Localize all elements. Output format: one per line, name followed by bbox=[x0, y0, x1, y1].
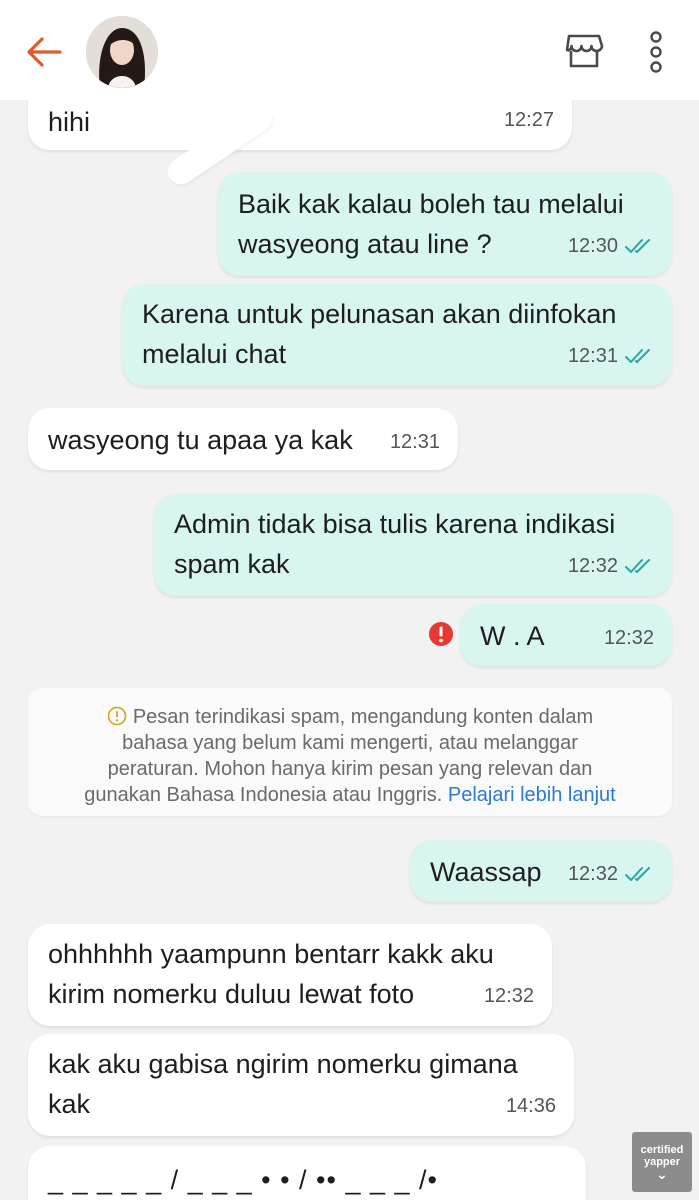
arrow-left-icon[interactable] bbox=[22, 30, 66, 74]
message-bubble-incoming[interactable]: _ _ _ _ _ / _ _ _ • • / •• _ _ _ /• bbox=[28, 1146, 586, 1200]
message-time: 12:32 bbox=[567, 863, 618, 885]
notice-line: Pesan terindikasi spam, mengandung konte… bbox=[132, 706, 594, 728]
message-text-line-2: kak bbox=[48, 1089, 91, 1119]
message-text-line-1: Karena untuk pelunasan akan diinfokan bbox=[142, 299, 617, 329]
avatar-image bbox=[86, 16, 158, 88]
message-text: Waassap bbox=[430, 857, 542, 887]
message-bubble-incoming[interactable]: ohhhhhh yaampunn bentarr kakk aku kirim … bbox=[28, 924, 552, 1026]
message-text-line-2: spam kak bbox=[174, 549, 290, 579]
message-bubble-outgoing[interactable]: Admin tidak bisa tulis karena indikasi s… bbox=[154, 494, 672, 596]
notice-line: peraturan. Mohon hanya kirim pesan yang … bbox=[107, 758, 593, 780]
message-text: _ _ _ _ _ / _ _ _ • • / •• _ _ _ /• bbox=[48, 1165, 438, 1195]
message-text-line-2: kirim nomerku duluu lewat foto bbox=[48, 979, 415, 1009]
message-text-line-2: wasyeong atau line ? bbox=[238, 229, 492, 259]
message-bubble-outgoing[interactable]: Waassap 12:32 bbox=[410, 840, 672, 902]
chat-header bbox=[0, 0, 699, 100]
message-text-line-1: kak aku gabisa ngirim nomerku gimana bbox=[48, 1049, 518, 1079]
info-icon bbox=[107, 706, 127, 726]
message-text: wasyeong tu apaa ya kak bbox=[48, 425, 353, 455]
shop-icon[interactable] bbox=[564, 30, 604, 70]
notice-line: bahasa yang belum kami mengerti, atau me… bbox=[122, 732, 578, 754]
message-time: 12:32 bbox=[483, 985, 534, 1007]
watermark-text: certified bbox=[640, 1144, 684, 1156]
chevron-down-icon: ⌄ bbox=[656, 1166, 668, 1182]
message-text: W . A bbox=[480, 621, 545, 651]
message-text-line-2: melalui chat bbox=[142, 339, 287, 369]
message-time: 12:32 bbox=[603, 627, 654, 649]
message-bubble-outgoing[interactable]: Karena untuk pelunasan akan diinfokan me… bbox=[122, 284, 672, 386]
notice-line: gunakan Bahasa Indonesia atau Inggris. bbox=[84, 784, 443, 806]
spam-notice: Pesan terindikasi spam, mengandung konte… bbox=[28, 688, 672, 816]
learn-more-link[interactable]: Pelajari lebih lanjut bbox=[448, 784, 616, 806]
message-bubble-incoming[interactable]: wasyeong tu apaa ya kak 12:31 bbox=[28, 408, 458, 470]
read-ticks-icon bbox=[625, 239, 650, 253]
read-ticks-icon bbox=[625, 867, 650, 881]
message-time: 12:31 bbox=[567, 345, 618, 367]
message-time: 12:27 bbox=[503, 109, 554, 131]
message-text-line-1: Admin tidak bisa tulis karena indikasi bbox=[174, 509, 616, 539]
message-text-line-1: ohhhhhh yaampunn bentarr kakk aku bbox=[48, 939, 494, 969]
error-icon[interactable] bbox=[428, 621, 454, 647]
message-bubble-outgoing[interactable]: Baik kak kalau boleh tau melalui wasyeon… bbox=[218, 172, 672, 276]
message-text-line-1: Baik kak kalau boleh tau melalui bbox=[238, 189, 624, 219]
message-bubble-incoming[interactable]: kak aku gabisa ngirim nomerku gimana kak… bbox=[28, 1034, 574, 1136]
more-vertical-icon[interactable] bbox=[642, 30, 670, 74]
message-text: hihi bbox=[48, 107, 91, 137]
message-time: 12:32 bbox=[567, 555, 618, 577]
message-time: 14:36 bbox=[505, 1095, 556, 1117]
watermark-logo: certified yapper ⌄ bbox=[632, 1132, 692, 1192]
message-time: 12:30 bbox=[567, 235, 618, 257]
avatar[interactable] bbox=[86, 16, 158, 88]
message-time: 12:31 bbox=[389, 431, 440, 453]
message-bubble-outgoing-failed[interactable]: W . A 12:32 bbox=[460, 604, 672, 666]
read-ticks-icon bbox=[625, 349, 650, 363]
read-ticks-icon bbox=[625, 559, 650, 573]
